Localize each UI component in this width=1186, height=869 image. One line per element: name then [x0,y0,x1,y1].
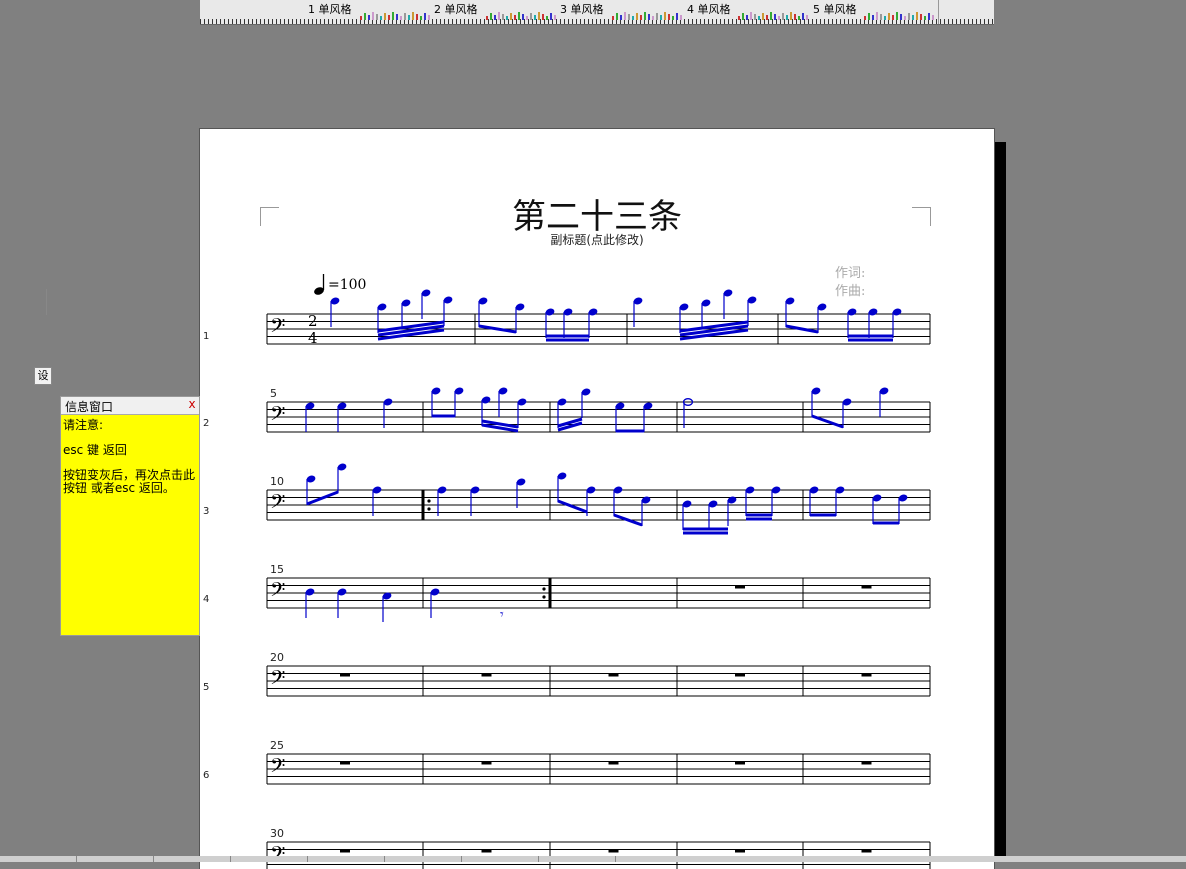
bottom-tab-bar[interactable] [0,856,1186,862]
time-signature-top: 2 [308,312,318,330]
eighth-rest: 𝄾 [500,607,504,623]
ruler-segment-3[interactable]: 3 单风格 [560,1,604,17]
whole-rest [481,761,492,765]
whole-rest [861,673,872,677]
whole-rest [481,849,492,853]
info-window-title: 信息窗口 [65,400,114,414]
bottom-tab[interactable] [385,856,462,862]
bass-clef-icon: 𝄢 [270,666,285,694]
bass-clef-icon: 𝄢 [270,402,285,430]
info-line-attention: 请注意: [63,418,104,432]
style-ruler[interactable]: 1 单风格 2 单风格 3 单风格 4 单风格 5 单风格 [200,0,994,25]
whole-rest [861,585,872,589]
whole-rest [481,673,492,677]
bottom-tab[interactable] [77,856,154,862]
bottom-tab[interactable] [231,856,308,862]
bottom-tab[interactable] [154,856,231,862]
repeat-dot [542,587,546,591]
info-window[interactable]: 信息窗口 x 请注意: esc 键 返回 按钮变灰后，再次点击此按钮 或者esc… [60,396,200,636]
bass-clef-icon: 𝄢 [270,578,285,606]
whole-rest [340,673,350,677]
ruler-segment-5[interactable]: 5 单风格 [813,1,857,17]
time-signature-bottom: 4 [308,329,318,347]
score-staff-area[interactable]: 𝄢𝄢𝄢𝄢𝄢𝄢𝄢 𝄾 2 4 [200,129,994,869]
page-shadow [994,142,1006,862]
notes[interactable]: 𝄾 [305,288,909,623]
bottom-tab[interactable] [0,856,77,862]
ruler-marker-group [612,12,682,20]
ruler-segment-4[interactable]: 4 单风格 [687,1,731,17]
bass-clef-icon: 𝄢 [270,314,285,342]
set-button[interactable]: 设 [34,367,52,385]
ruler-marker-group [360,12,430,20]
whole-rest [735,673,745,677]
ruler-segment-2[interactable]: 2 单风格 [434,1,478,17]
insertion-cursor [46,289,47,315]
whole-rest [735,761,745,765]
staves: 𝄢𝄢𝄢𝄢𝄢𝄢𝄢 [266,313,931,869]
ruler-segment-1[interactable]: 1 单风格 [308,1,352,17]
whole-rest [735,849,745,853]
whole-rest [861,761,872,765]
bass-clef-icon: 𝄢 [270,754,285,782]
ruler-marker-group [864,12,934,20]
whole-rest [735,585,745,589]
whole-rest [608,673,619,677]
bass-clef-icon: 𝄢 [270,490,285,518]
score-page[interactable]: 第二十三条 副标题(点此修改) 作词: 作曲: =100 1 2 3 4 5 6… [200,129,994,869]
info-window-titlebar[interactable]: 信息窗口 x [61,397,199,415]
bottom-tab[interactable] [308,856,385,862]
whole-rest [608,849,619,853]
bottom-tab[interactable] [539,856,616,862]
ruler-marker-group [486,12,556,20]
ruler-marker-group [738,12,808,20]
whole-rest [340,849,350,853]
info-line-instructions: 按钮变灰后，再次点击此按钮 或者esc 返回。 [63,468,196,495]
note-beam [557,499,588,514]
ruler-divider [938,0,939,24]
whole-rest [340,761,350,765]
note-beam [811,414,844,429]
info-window-body: 请注意: esc 键 返回 按钮变灰后，再次点击此按钮 或者esc 返回。 [61,415,199,511]
repeat-dot [542,595,546,599]
bottom-tab[interactable] [462,856,539,862]
repeat-dot [427,507,431,511]
whole-rest [861,849,872,853]
whole-rest [608,761,619,765]
repeat-dot [427,499,431,503]
info-line-esc: esc 键 返回 [63,443,127,457]
close-icon[interactable]: x [186,398,198,410]
